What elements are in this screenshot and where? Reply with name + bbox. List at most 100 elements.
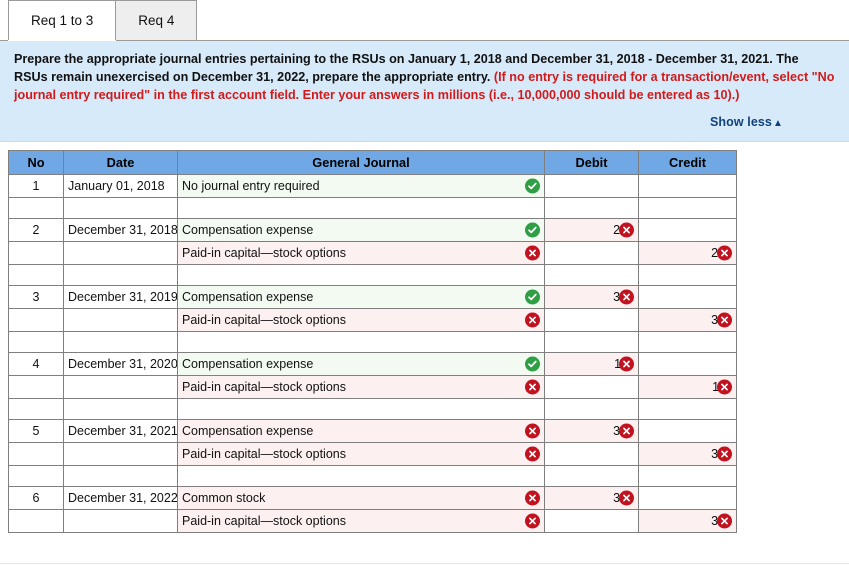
cell-credit[interactable] — [638, 217, 737, 242]
cell-debit[interactable] — [544, 196, 639, 219]
cell-date[interactable] — [63, 508, 178, 533]
cell-no[interactable]: 5 — [8, 418, 64, 443]
cell-credit[interactable]: 110 — [638, 374, 737, 399]
cell-debit[interactable]: 220 — [544, 217, 639, 242]
table-row[interactable]: Paid-in capital—stock options 110 — [8, 374, 737, 399]
table-spacer-row[interactable] — [8, 397, 737, 420]
cell-debit[interactable] — [544, 173, 639, 198]
table-spacer-row[interactable] — [8, 196, 737, 219]
cell-date[interactable]: January 01, 2018 — [63, 173, 178, 198]
cell-no[interactable] — [8, 330, 64, 353]
table-spacer-row[interactable] — [8, 330, 737, 353]
cell-no[interactable]: 1 — [8, 173, 64, 198]
cell-credit[interactable]: 330 — [638, 307, 737, 332]
cell-no[interactable] — [8, 397, 64, 420]
cell-credit[interactable] — [638, 418, 737, 443]
cell-no[interactable]: 6 — [8, 485, 64, 510]
table-row[interactable]: Paid-in capital—stock options 220 — [8, 240, 737, 265]
x-circle-icon — [525, 379, 540, 394]
cell-account[interactable] — [177, 397, 545, 420]
cell-no[interactable] — [8, 441, 64, 466]
cell-debit[interactable]: 330 — [544, 418, 639, 443]
cell-credit[interactable] — [638, 464, 737, 487]
cell-date[interactable] — [63, 307, 178, 332]
cell-credit[interactable]: 220 — [638, 240, 737, 265]
cell-debit[interactable] — [544, 263, 639, 286]
cell-debit[interactable]: 110 — [544, 351, 639, 376]
cell-debit[interactable] — [544, 374, 639, 399]
cell-date[interactable] — [63, 397, 178, 420]
table-row[interactable]: 3December 31, 2019 Compensation expense 33… — [8, 284, 737, 309]
cell-credit[interactable] — [638, 330, 737, 353]
cell-credit[interactable]: 330 — [638, 508, 737, 533]
table-row[interactable]: 1 January 01, 2018 No journal entry requir… — [8, 173, 737, 198]
cell-credit[interactable] — [638, 397, 737, 420]
table-row[interactable]: 5December 31, 2021 Compensation expense 33… — [8, 418, 737, 443]
cell-no[interactable] — [8, 263, 64, 286]
show-less-toggle[interactable]: Show less▲ — [710, 114, 783, 132]
cell-date[interactable] — [63, 263, 178, 286]
cell-debit[interactable] — [544, 508, 639, 533]
cell-date[interactable]: December 31, 2019 — [63, 284, 178, 309]
cell-account[interactable]: No journal entry required — [177, 173, 545, 198]
cell-account[interactable] — [177, 330, 545, 353]
tab-req-1-to-3[interactable]: Req 1 to 3 — [8, 0, 117, 40]
table-spacer-row[interactable] — [8, 464, 737, 487]
cell-no[interactable] — [8, 508, 64, 533]
cell-no[interactable] — [8, 240, 64, 265]
cell-no[interactable] — [8, 464, 64, 487]
table-row[interactable]: Paid-in capital—stock options 330 — [8, 508, 737, 533]
cell-account[interactable]: Compensation expense — [177, 418, 545, 443]
cell-account[interactable]: Paid-in capital—stock options — [177, 441, 545, 466]
cell-debit[interactable] — [544, 240, 639, 265]
cell-no[interactable] — [8, 374, 64, 399]
cell-date[interactable] — [63, 240, 178, 265]
cell-no[interactable] — [8, 307, 64, 332]
table-row[interactable]: 4December 31, 2020 Compensation expense 11… — [8, 351, 737, 376]
table-row[interactable]: Paid-in capital—stock options 330 — [8, 441, 737, 466]
cell-no[interactable] — [8, 196, 64, 219]
cell-no[interactable]: 3 — [8, 284, 64, 309]
cell-debit[interactable] — [544, 330, 639, 353]
cell-credit[interactable]: 330 — [638, 441, 737, 466]
table-row[interactable]: 2December 31, 2018 Compensation expense 22… — [8, 217, 737, 242]
cell-debit[interactable]: 330 — [544, 485, 639, 510]
cell-account[interactable]: Paid-in capital—stock options — [177, 307, 545, 332]
cell-date[interactable] — [63, 441, 178, 466]
cell-debit[interactable] — [544, 397, 639, 420]
cell-date[interactable] — [63, 330, 178, 353]
cell-account[interactable]: Compensation expense — [177, 351, 545, 376]
cell-date[interactable] — [63, 464, 178, 487]
cell-debit[interactable] — [544, 441, 639, 466]
cell-account[interactable]: Compensation expense — [177, 284, 545, 309]
cell-credit[interactable] — [638, 196, 737, 219]
tab-req-4[interactable]: Req 4 — [115, 0, 198, 40]
cell-date[interactable]: December 31, 2021 — [63, 418, 178, 443]
cell-date[interactable] — [63, 196, 178, 219]
cell-debit[interactable] — [544, 307, 639, 332]
cell-account[interactable]: Paid-in capital—stock options — [177, 508, 545, 533]
cell-account[interactable] — [177, 263, 545, 286]
cell-date[interactable] — [63, 374, 178, 399]
cell-account[interactable]: Compensation expense — [177, 217, 545, 242]
cell-date[interactable]: December 31, 2018 — [63, 217, 178, 242]
cell-no[interactable]: 4 — [8, 351, 64, 376]
cell-account[interactable]: Paid-in capital—stock options — [177, 240, 545, 265]
cell-account[interactable] — [177, 196, 545, 219]
cell-credit[interactable] — [638, 351, 737, 376]
cell-date[interactable]: December 31, 2022 — [63, 485, 178, 510]
table-row[interactable]: 6December 31, 2022 Common stock 330 — [8, 485, 737, 510]
cell-credit[interactable] — [638, 263, 737, 286]
cell-account[interactable]: Paid-in capital—stock options — [177, 374, 545, 399]
cell-credit[interactable] — [638, 485, 737, 510]
cell-debit[interactable] — [544, 464, 639, 487]
cell-date[interactable]: December 31, 2020 — [63, 351, 178, 376]
cell-credit[interactable] — [638, 173, 737, 198]
table-spacer-row[interactable] — [8, 263, 737, 286]
cell-credit[interactable] — [638, 284, 737, 309]
cell-account[interactable] — [177, 464, 545, 487]
cell-account[interactable]: Common stock — [177, 485, 545, 510]
cell-no[interactable]: 2 — [8, 217, 64, 242]
table-row[interactable]: Paid-in capital—stock options 330 — [8, 307, 737, 332]
cell-debit[interactable]: 330 — [544, 284, 639, 309]
